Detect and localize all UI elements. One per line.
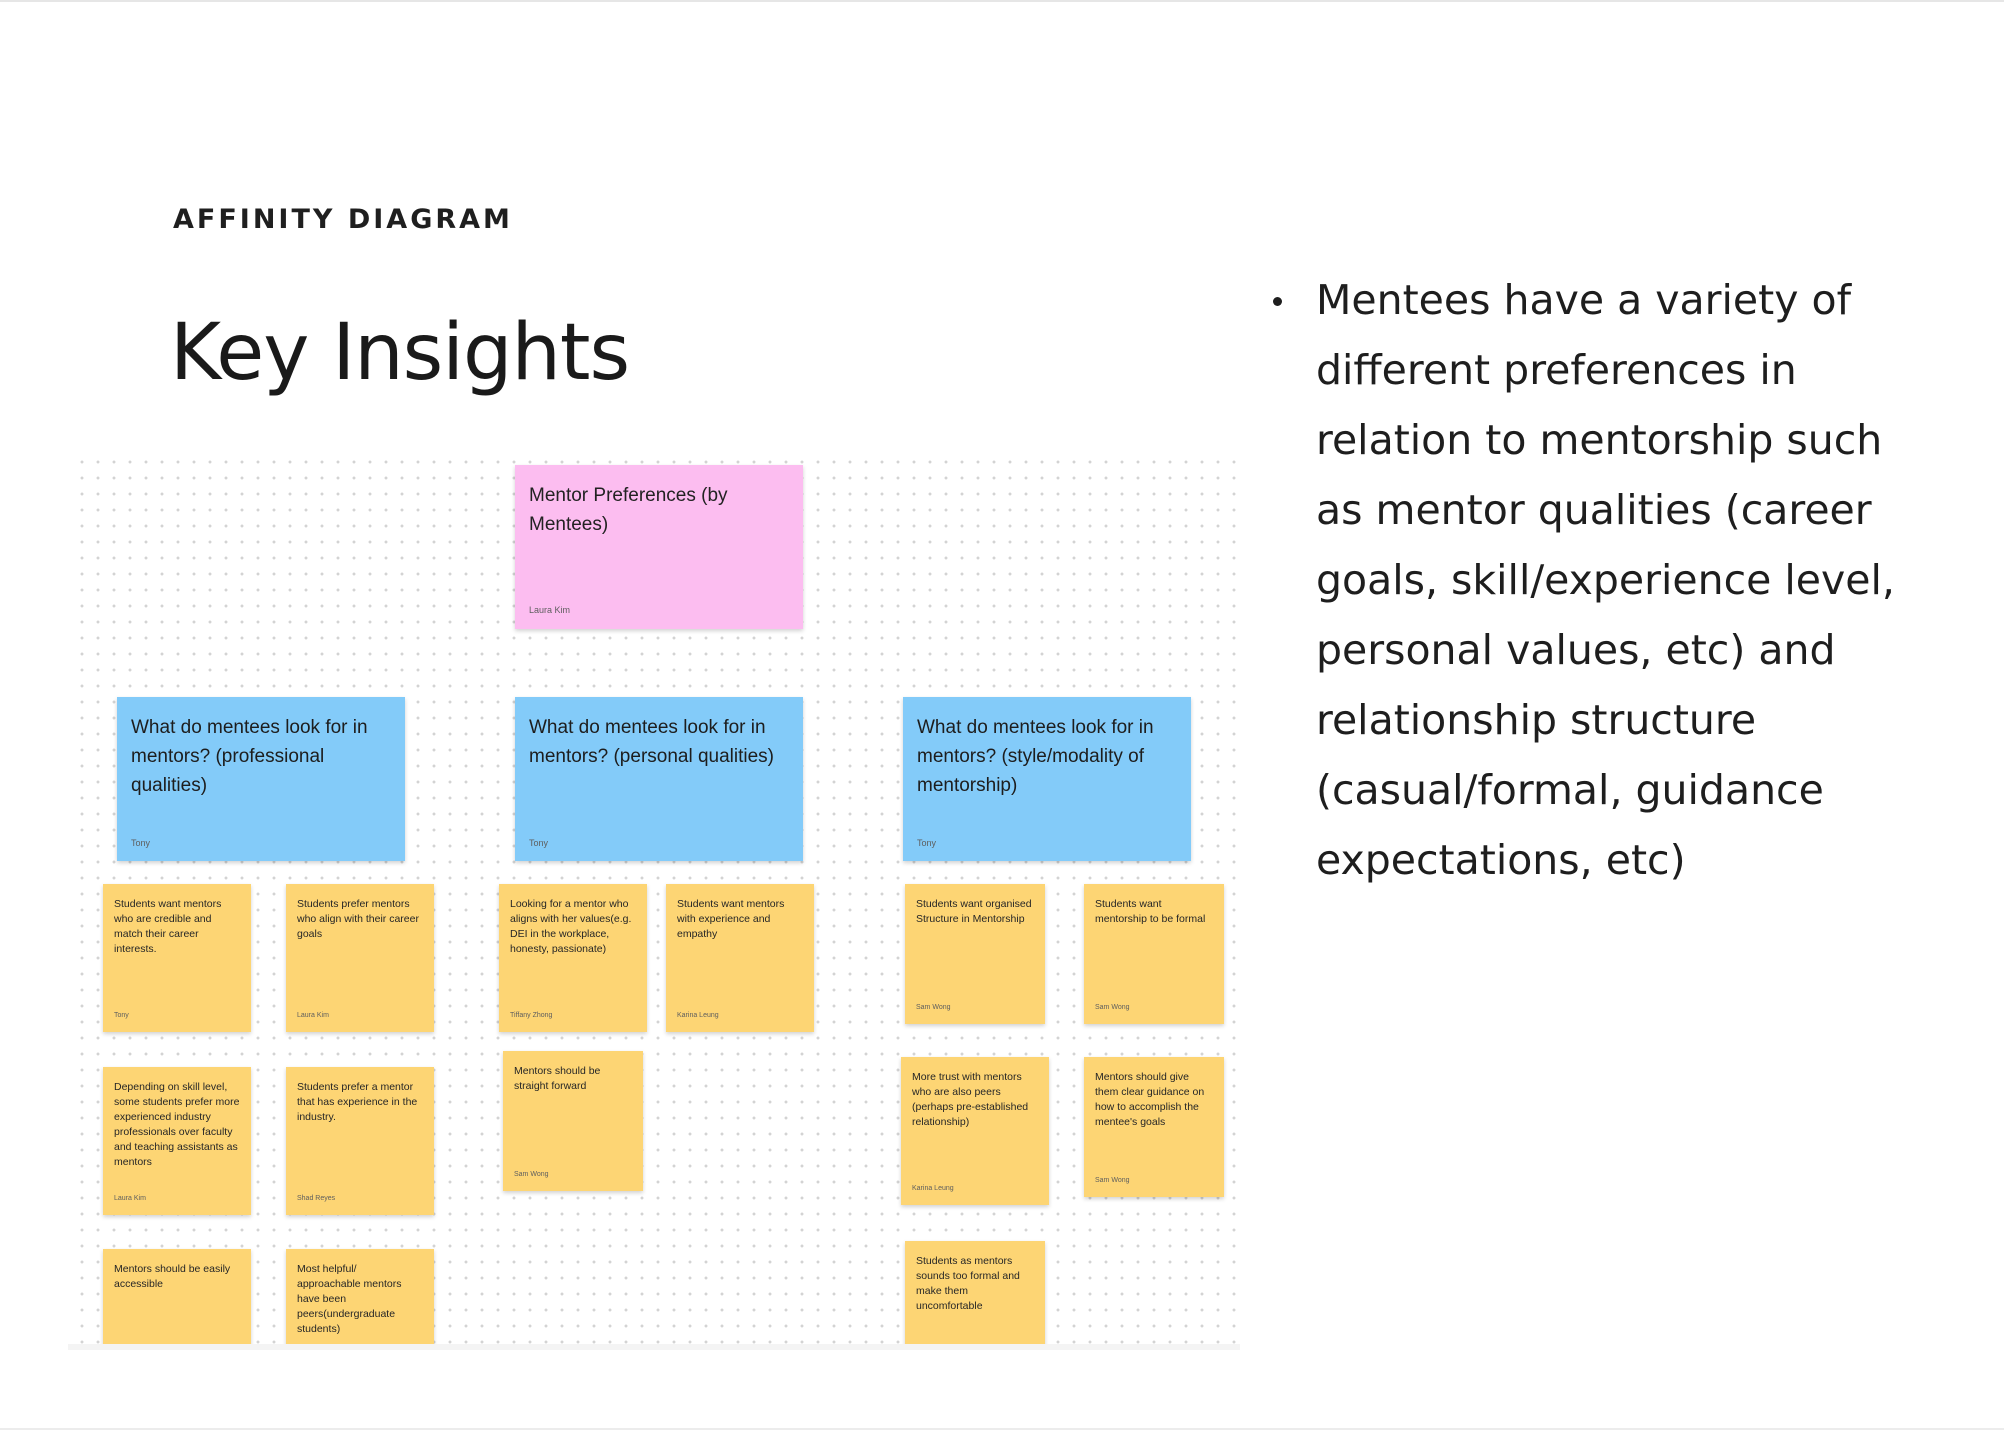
sticky-note-author: Sam Wong	[1095, 1004, 1130, 1011]
sticky-note-text: More trust with mentors who are also pee…	[912, 1071, 1029, 1128]
sticky-note[interactable]: Most helpful/ approachable mentors have …	[286, 1249, 434, 1350]
sticky-note[interactable]: Mentors should give them clear guidance …	[1084, 1057, 1224, 1197]
sticky-note-text: Mentors should give them clear guidance …	[1095, 1071, 1205, 1128]
header-note-author: Laura Kim	[529, 605, 571, 615]
sticky-note-text: Students want mentors who are credible a…	[114, 898, 222, 955]
sticky-note-text: Most helpful/ approachable mentors have …	[297, 1263, 402, 1335]
sticky-note-text: Depending on skill level, some students …	[114, 1081, 240, 1168]
sticky-note[interactable]: Mentors should be straight forward Sam W…	[503, 1051, 643, 1191]
sticky-note[interactable]: Students want mentors with experience an…	[666, 884, 814, 1032]
insight-bullet: Mentees have a variety of different pref…	[1268, 265, 1928, 895]
sticky-note[interactable]: Students as mentors sounds too formal an…	[905, 1241, 1045, 1350]
sticky-note[interactable]: Students want mentors who are credible a…	[103, 884, 251, 1032]
category-note-author: Tony	[131, 838, 151, 848]
sticky-note-author: Shad Reyes	[297, 1195, 336, 1202]
sticky-note[interactable]: More trust with mentors who are also pee…	[901, 1057, 1049, 1205]
page-title: Key Insights	[170, 308, 630, 398]
category-note-author: Tony	[917, 838, 937, 848]
affinity-board[interactable]: Mentor Preferences (by Mentees) Laura Ki…	[68, 448, 1240, 1350]
sticky-note-text: Looking for a mentor who aligns with her…	[510, 898, 632, 955]
insights-list: Mentees have a variety of different pref…	[1268, 265, 1928, 895]
section-eyebrow: AFFINITY DIAGRAM	[173, 204, 513, 235]
sticky-note-text: Students prefer a mentor that has experi…	[297, 1081, 418, 1123]
sticky-note-text: Mentors should be easily accessible	[114, 1263, 231, 1290]
sticky-note-text: Students as mentors sounds too formal an…	[916, 1255, 1020, 1312]
sticky-note[interactable]: Students want mentorship to be formal Sa…	[1084, 884, 1224, 1024]
sticky-note-text: Students want mentors with experience an…	[677, 898, 785, 940]
sticky-note-author: Sam Wong	[916, 1004, 951, 1011]
sticky-note[interactable]: Students prefer mentors who align with t…	[286, 884, 434, 1032]
sticky-note[interactable]: Students want organised Structure in Men…	[905, 884, 1045, 1024]
page-top-border	[0, 0, 2004, 2]
category-note-author: Tony	[529, 838, 549, 848]
sticky-note-text: Students want mentorship to be formal	[1095, 898, 1206, 925]
category-note-style[interactable]: What do mentees look for in mentors? (st…	[903, 697, 1191, 861]
insight-text: Mentees have a variety of different pref…	[1316, 276, 1895, 884]
category-note-text: What do mentees look for in mentors? (pe…	[529, 717, 775, 767]
category-note-personal[interactable]: What do mentees look for in mentors? (pe…	[515, 697, 803, 861]
category-note-text: What do mentees look for in mentors? (st…	[917, 717, 1154, 796]
sticky-note[interactable]: Students prefer a mentor that has experi…	[286, 1067, 434, 1215]
sticky-note-author: Laura Kim	[114, 1195, 146, 1202]
header-note-text: Mentor Preferences (by Mentees)	[529, 485, 728, 535]
sticky-note-author: Sam Wong	[514, 1171, 549, 1178]
sticky-note-text: Students prefer mentors who align with t…	[297, 898, 419, 940]
sticky-note[interactable]: Mentors should be easily accessible	[103, 1249, 251, 1350]
sticky-note-author: Laura Kim	[297, 1012, 329, 1019]
bullet-dot-icon	[1273, 297, 1282, 306]
sticky-note-author: Tiffany Zhong	[510, 1012, 553, 1019]
board-bottom-edge	[68, 1344, 1240, 1350]
sticky-note-author: Karina Leung	[912, 1185, 954, 1192]
sticky-note[interactable]: Looking for a mentor who aligns with her…	[499, 884, 647, 1032]
header-note[interactable]: Mentor Preferences (by Mentees) Laura Ki…	[515, 465, 803, 629]
sticky-note[interactable]: Depending on skill level, some students …	[103, 1067, 251, 1215]
category-note-text: What do mentees look for in mentors? (pr…	[131, 717, 368, 796]
category-note-professional[interactable]: What do mentees look for in mentors? (pr…	[117, 697, 405, 861]
sticky-note-text: Mentors should be straight forward	[514, 1065, 601, 1092]
sticky-note-author: Tony	[114, 1012, 129, 1019]
sticky-note-author: Sam Wong	[1095, 1177, 1130, 1184]
sticky-note-text: Students want organised Structure in Men…	[916, 898, 1032, 925]
sticky-note-author: Karina Leung	[677, 1012, 719, 1019]
